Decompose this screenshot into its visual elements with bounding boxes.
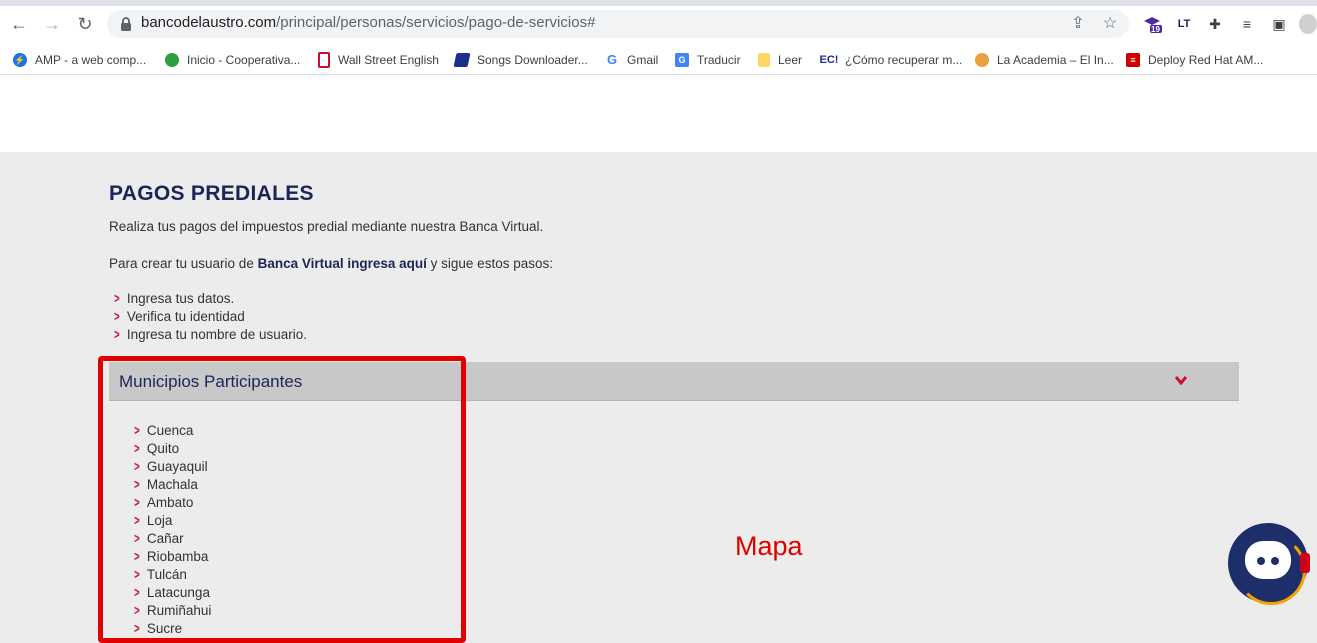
translate-icon: G bbox=[675, 53, 689, 67]
bookmark-gmail[interactable]: G Gmail bbox=[605, 50, 658, 70]
bookmark-leer[interactable]: Leer bbox=[758, 50, 802, 70]
google-icon: G bbox=[606, 52, 618, 67]
amp-icon: ⚡ bbox=[13, 53, 27, 67]
bookmark-cooperativa[interactable]: Inicio - Cooperativa... bbox=[165, 50, 300, 70]
redhat-icon: ≡ bbox=[1126, 53, 1140, 67]
chat-bubble-icon bbox=[1245, 541, 1291, 579]
bookmarks-bar: ⚡ AMP - a web comp... Inicio - Cooperativ… bbox=[0, 46, 1317, 75]
ext-lt-icon[interactable]: LT bbox=[1174, 14, 1194, 34]
share-icon[interactable]: ⇪ bbox=[1069, 15, 1087, 33]
profile-avatar[interactable] bbox=[1299, 14, 1317, 34]
step-label: Verifica tu identidad bbox=[126, 309, 245, 324]
annotation-mapa-label: Mapa bbox=[735, 531, 803, 561]
chevron-right-icon: > bbox=[114, 291, 120, 306]
page-header-area bbox=[0, 75, 1317, 152]
bookmark-label: Gmail bbox=[627, 53, 659, 67]
chatbot-eye-left bbox=[1257, 557, 1265, 565]
bookmark-traducir[interactable]: G Traducir bbox=[675, 50, 741, 70]
ext-lt-label: LT bbox=[1177, 18, 1191, 30]
page-title: PAGOS PREDIALES bbox=[109, 182, 314, 205]
chevron-down-icon[interactable] bbox=[1171, 370, 1191, 390]
lock-icon[interactable] bbox=[118, 16, 134, 32]
intro-text: Realiza tus pagos del impuestos predial … bbox=[109, 219, 544, 234]
create-user-text: Para crear tu usuario de Banca Virtual i… bbox=[109, 256, 553, 271]
folder-icon bbox=[758, 53, 770, 67]
step-item: > Verifica tu identidad bbox=[113, 309, 245, 324]
bookmark-label: Wall Street English bbox=[338, 53, 439, 67]
bookmark-songs-downloader[interactable]: Songs Downloader... bbox=[453, 50, 588, 70]
tab-strip bbox=[0, 0, 1317, 6]
url-path: /principal/personas/servicios/pago-de-se… bbox=[276, 14, 596, 31]
bookmark-label: ¿Cómo recuperar m... bbox=[845, 53, 963, 67]
bookmark-la-academia[interactable]: La Academia – El In... bbox=[975, 50, 1114, 70]
ec-icon: EC! bbox=[819, 54, 839, 66]
wse-icon bbox=[318, 52, 330, 68]
academia-icon bbox=[975, 53, 989, 67]
bookmark-amp[interactable]: ⚡ AMP - a web comp... bbox=[13, 50, 146, 70]
chatbot-tab bbox=[1300, 553, 1310, 573]
bookmark-wall-street-english[interactable]: Wall Street English bbox=[318, 50, 439, 70]
songs-icon bbox=[453, 53, 471, 67]
banca-virtual-link[interactable]: Banca Virtual ingresa aquí bbox=[258, 256, 427, 271]
chatbot-eye-right bbox=[1271, 557, 1279, 565]
extensions-puzzle-icon[interactable]: ✚ bbox=[1205, 14, 1225, 34]
url-text[interactable]: bancodelaustro.com/principal/personas/se… bbox=[141, 14, 595, 31]
bookmark-label: Traducir bbox=[697, 53, 741, 67]
step-label: Ingresa tus datos. bbox=[126, 291, 235, 306]
ext-badge: 19 bbox=[1151, 25, 1160, 34]
chatbot-launcher[interactable] bbox=[1228, 523, 1310, 605]
bookmark-label: AMP - a web comp... bbox=[35, 53, 147, 67]
bookmark-deploy-red-hat[interactable]: ≡ Deploy Red Hat AM... bbox=[1126, 50, 1263, 70]
chevron-right-icon: > bbox=[114, 309, 120, 324]
side-panel-icon[interactable]: ▣ bbox=[1269, 14, 1289, 34]
step-item: > Ingresa tu nombre de usuario. bbox=[113, 327, 307, 342]
forward-icon[interactable]: → bbox=[42, 14, 62, 34]
reload-icon[interactable]: ↻ bbox=[75, 14, 95, 34]
bookmark-label: Leer bbox=[778, 53, 803, 67]
step-label: Ingresa tu nombre de usuario. bbox=[126, 327, 307, 342]
browser-toolbar: ← → ↻ bancodelaustro.com/principal/perso… bbox=[0, 0, 1317, 46]
annotation-highlight-box bbox=[98, 356, 466, 643]
create-suffix: y sigue estos pasos: bbox=[426, 256, 553, 271]
bookmark-label: Songs Downloader... bbox=[477, 53, 588, 67]
reading-list-icon[interactable]: ≡ bbox=[1237, 14, 1257, 34]
bookmark-star-icon[interactable]: ☆ bbox=[1101, 15, 1119, 33]
coop-icon bbox=[165, 53, 179, 67]
url-domain: bancodelaustro.com bbox=[141, 14, 277, 31]
bookmark-label: La Academia – El In... bbox=[997, 53, 1114, 67]
create-prefix: Para crear tu usuario de bbox=[109, 256, 258, 271]
back-icon[interactable]: ← bbox=[9, 14, 29, 34]
step-item: > Ingresa tus datos. bbox=[113, 291, 234, 306]
ext-graduation-icon[interactable]: 19 bbox=[1142, 14, 1162, 34]
bookmark-label: Deploy Red Hat AM... bbox=[1148, 53, 1264, 67]
chevron-right-icon: > bbox=[114, 327, 120, 342]
bookmark-recuperar[interactable]: EC! ¿Cómo recuperar m... bbox=[819, 50, 963, 70]
bookmark-label: Inicio - Cooperativa... bbox=[187, 53, 301, 67]
